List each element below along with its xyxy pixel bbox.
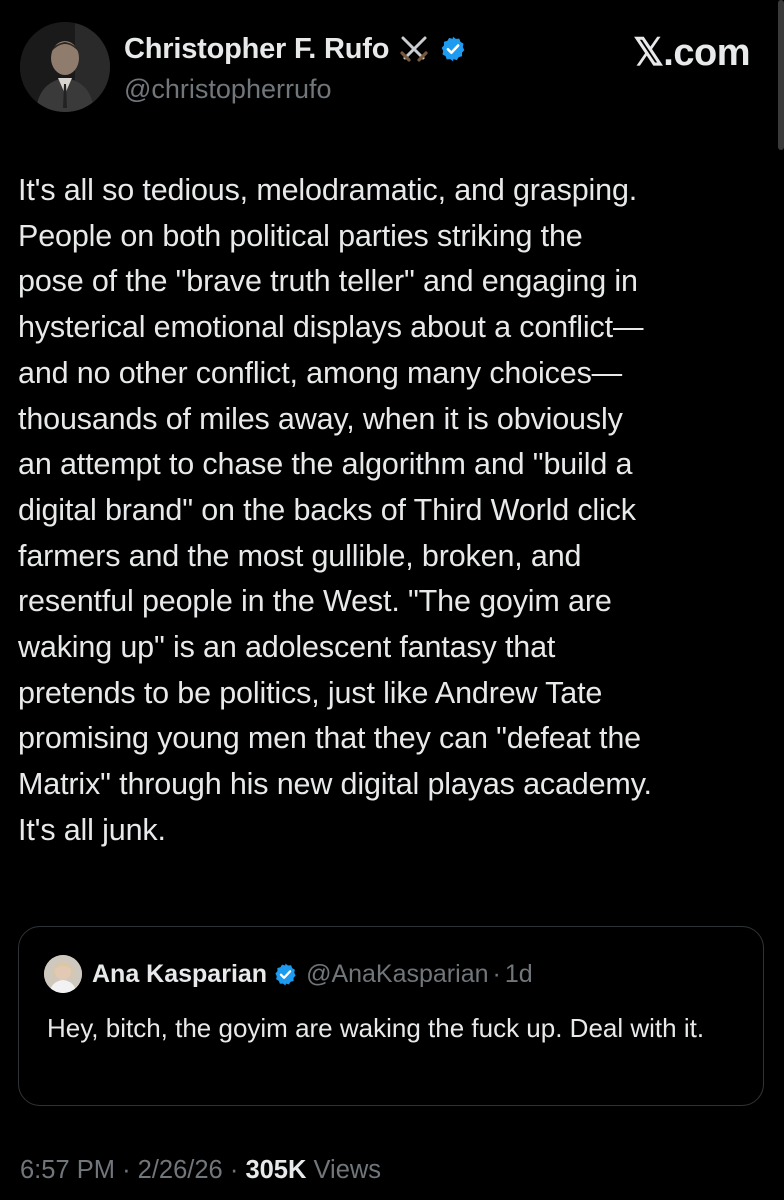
author-name-row: Christopher F. Rufo — [124, 32, 467, 66]
tweet-header: Christopher F. Rufo @christopherrufo 𝕏.c… — [0, 0, 784, 150]
tweet-text: It's all so tedious, melodramatic, and g… — [18, 173, 652, 847]
author-handle[interactable]: @christopherrufo — [124, 74, 332, 105]
quoted-author-avatar[interactable] — [44, 955, 82, 993]
separator-dot: · — [492, 959, 501, 988]
quoted-author-name[interactable]: Ana Kasparian — [92, 960, 267, 989]
tweet-meta: 6:57 PM · 2/26/26 · 305K Views — [20, 1156, 381, 1185]
views-count: 305K — [245, 1156, 307, 1184]
views-label: Views — [313, 1156, 382, 1184]
author-display-name[interactable]: Christopher F. Rufo — [124, 33, 389, 66]
separator-dot: · — [229, 1156, 239, 1184]
tweet-date[interactable]: 2/26/26 — [138, 1156, 223, 1184]
quoted-tweet-text: Hey, bitch, the goyim are waking the fuc… — [47, 1013, 705, 1043]
tweet-time[interactable]: 6:57 PM — [20, 1156, 115, 1184]
quoted-tweet-header: Ana Kasparian @AnaKasparian · 1d — [44, 955, 533, 993]
quoted-tweet-time[interactable]: 1d — [505, 960, 533, 989]
verified-badge-icon — [273, 962, 298, 987]
x-com-logo: 𝕏.com — [633, 32, 750, 74]
author-avatar[interactable] — [20, 22, 110, 112]
quoted-author-handle[interactable]: @AnaKasparian — [306, 960, 488, 989]
crossed-swords-icon — [397, 32, 431, 66]
separator-dot: · — [122, 1156, 131, 1184]
scrollbar[interactable] — [778, 0, 784, 150]
verified-badge-icon — [439, 35, 467, 63]
quoted-tweet[interactable]: Ana Kasparian @AnaKasparian · 1d Hey, bi… — [18, 926, 764, 1106]
